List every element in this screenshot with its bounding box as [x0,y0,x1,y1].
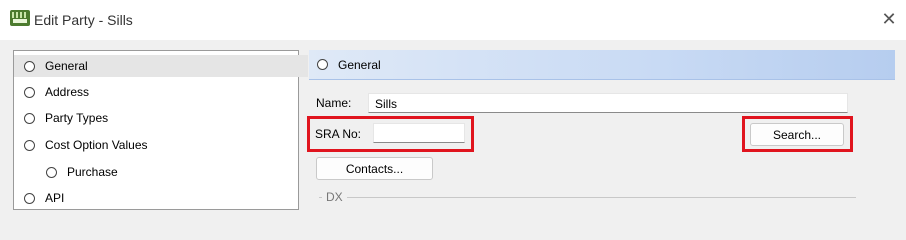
name-label: Name: [316,96,352,110]
window-title: Edit Party - Sills [34,12,133,28]
nav-panel: General Address Party Types Cost Option … [13,50,308,210]
nav-item-api[interactable]: API [14,187,308,209]
radio-icon [24,139,35,151]
nav-item-address[interactable]: Address [14,81,308,103]
radio-icon [24,112,35,124]
nav-item-label: API [45,191,65,205]
title-bar: Edit Party - Sills ✕ [0,0,906,40]
radio-icon [46,166,57,178]
contacts-button[interactable]: Contacts... [316,157,433,180]
name-field[interactable]: Sills [368,93,848,113]
nav-item-purchase[interactable]: Purchase [14,161,330,183]
close-icon[interactable]: ✕ [880,10,898,28]
radio-icon [24,86,35,98]
section-header-general: General [309,50,895,80]
nav-item-label: Party Types [45,111,109,125]
nav-item-label: Purchase [67,165,118,179]
nav-item-label: Cost Option Values [45,138,148,152]
radio-icon [317,59,328,70]
sra-no-label: SRA No: [315,127,362,141]
radio-icon [24,60,35,72]
search-button[interactable]: Search... [750,123,844,146]
section-title: General [338,57,381,72]
dx-group-label: DX [322,190,347,204]
sra-no-field[interactable] [373,123,465,143]
radio-icon [24,192,35,204]
dx-group-border [319,197,856,198]
app-icon [10,10,30,26]
nav-item-party-types[interactable]: Party Types [14,107,308,129]
nav-item-label: General [45,59,88,73]
nav-item-cost-option-values[interactable]: Cost Option Values [14,134,308,156]
nav-item-general[interactable]: General [14,55,308,77]
nav-item-label: Address [45,85,90,99]
